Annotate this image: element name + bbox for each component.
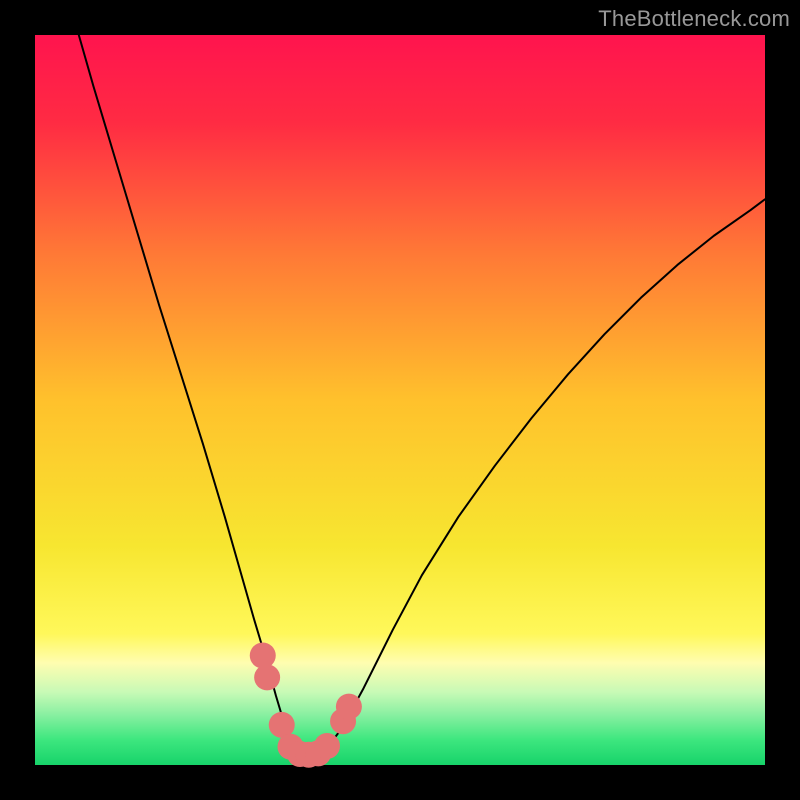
highlight-dot <box>250 643 276 669</box>
chart-container: TheBottleneck.com <box>0 0 800 800</box>
highlight-dot <box>314 733 340 759</box>
plot-background <box>35 35 765 765</box>
bottleneck-chart <box>0 0 800 800</box>
highlight-dot <box>336 694 362 720</box>
watermark-text: TheBottleneck.com <box>598 6 790 32</box>
highlight-dot <box>254 664 280 690</box>
